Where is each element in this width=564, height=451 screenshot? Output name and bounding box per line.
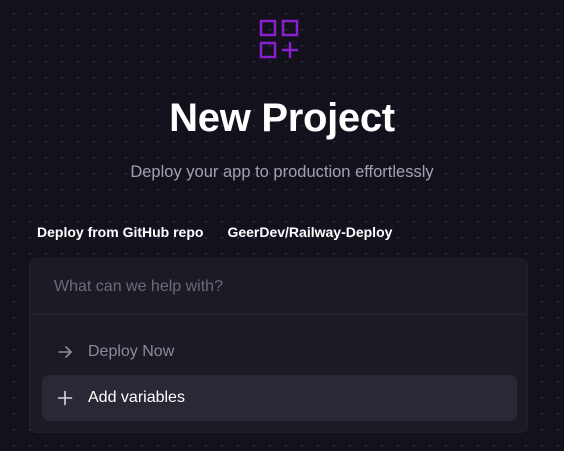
- arrow-right-icon: [56, 343, 74, 361]
- plus-icon: [56, 389, 74, 407]
- page-subtitle: Deploy your app to production effortless…: [130, 163, 434, 181]
- deploy-now-label: Deploy Now: [88, 343, 175, 360]
- add-variables-label: Add variables: [88, 389, 185, 406]
- prompt-input[interactable]: [30, 259, 527, 315]
- project-command-card: Deploy Now Add variables: [29, 258, 528, 433]
- deploy-now-button[interactable]: Deploy Now: [42, 329, 517, 375]
- deploy-source-label[interactable]: Deploy from GitHub repo: [37, 224, 203, 240]
- deploy-source-row: Deploy from GitHub repo GeerDev/Railway-…: [37, 222, 392, 242]
- project-logo-icon: [258, 18, 300, 60]
- add-variables-button[interactable]: Add variables: [42, 375, 517, 421]
- repo-name[interactable]: GeerDev/Railway-Deploy: [227, 224, 392, 240]
- page-title: New Project: [169, 96, 395, 140]
